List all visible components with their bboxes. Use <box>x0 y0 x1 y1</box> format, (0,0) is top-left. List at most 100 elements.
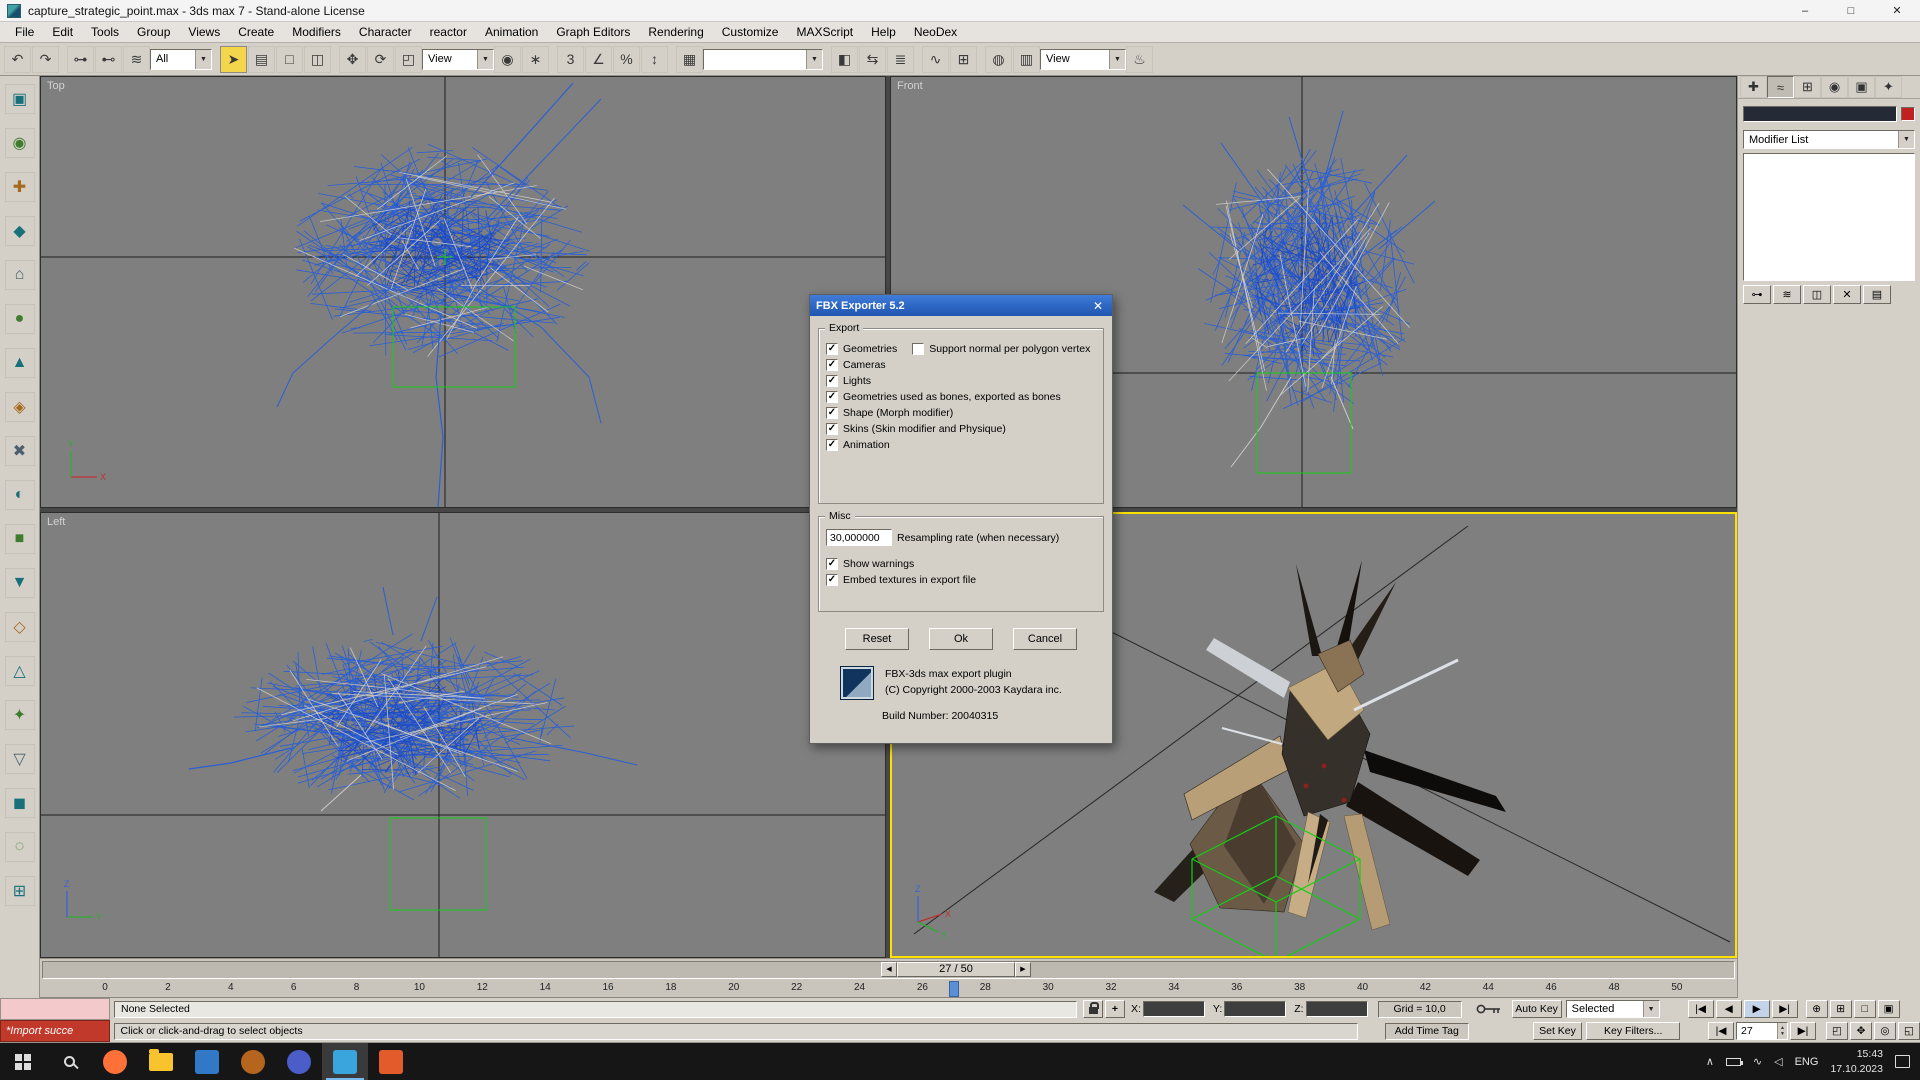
start-button[interactable] <box>0 1043 46 1080</box>
spinner-snap-icon[interactable]: ↕ <box>641 46 668 73</box>
reactor-tool-icon[interactable]: ⌂ <box>5 260 35 290</box>
menu-item[interactable]: Tools <box>82 25 128 39</box>
clock[interactable]: 15:43 17.10.2023 <box>1830 1047 1883 1075</box>
scale-icon[interactable]: ◰ <box>395 46 422 73</box>
reference-coordinate-dropdown[interactable]: View▼ <box>422 49 494 70</box>
menu-item[interactable]: Edit <box>43 25 82 39</box>
set-key-button[interactable]: Set Key <box>1533 1022 1583 1040</box>
zoom-button[interactable]: ⊕ <box>1806 1000 1828 1018</box>
menu-item[interactable]: Group <box>128 25 179 39</box>
angle-snap-icon[interactable]: ∠ <box>585 46 612 73</box>
menu-item[interactable]: NeoDex <box>905 25 966 39</box>
maximize-viewport-button[interactable]: ◱ <box>1898 1022 1920 1040</box>
z-coordinate-field[interactable] <box>1306 1001 1368 1017</box>
cancel-button[interactable]: Cancel <box>1013 628 1077 650</box>
geometries-checkbox[interactable]: ✓ <box>826 343 838 355</box>
taskbar-firefox-icon[interactable] <box>92 1043 138 1080</box>
minimize-icon[interactable]: – <box>1782 0 1828 21</box>
time-slider-value[interactable]: 27 / 50 <box>897 962 1015 977</box>
menu-item[interactable]: Create <box>229 25 283 39</box>
mirror-icon[interactable]: ◧ <box>831 46 858 73</box>
zoom-all-button[interactable]: ⊞ <box>1830 1000 1852 1018</box>
auto-key-button[interactable]: Auto Key <box>1512 1000 1562 1018</box>
reactor-tool-icon[interactable]: ◐ <box>5 480 35 510</box>
notification-center-icon[interactable] <box>1895 1055 1910 1068</box>
menu-item[interactable]: reactor <box>421 25 476 39</box>
selection-set-dropdown[interactable]: Selected▼ <box>1566 1000 1660 1018</box>
taskbar-autodesk-icon[interactable] <box>368 1043 414 1080</box>
unlink-icon[interactable]: ⊷ <box>95 46 122 73</box>
remove-modifier-button[interactable]: ✕ <box>1833 285 1861 304</box>
reactor-tool-icon[interactable]: ◇ <box>5 612 35 642</box>
chevron-down-icon[interactable]: ▼ <box>477 50 493 69</box>
reactor-tool-icon[interactable]: ✦ <box>5 700 35 730</box>
resampling-rate-input[interactable]: 30,000000 <box>826 529 892 546</box>
reactor-tool-icon[interactable]: ▽ <box>5 744 35 774</box>
menu-item[interactable]: Views <box>179 25 229 39</box>
chevron-down-icon[interactable]: ▼ <box>195 50 211 69</box>
time-slider-track[interactable]: ◀ 27 / 50 ▶ <box>42 961 1735 979</box>
macro-recorder-pane[interactable] <box>0 998 110 1020</box>
show-warnings-checkbox[interactable]: ✓ <box>826 558 838 570</box>
reactor-tool-icon[interactable]: △ <box>5 656 35 686</box>
schematic-view-icon[interactable]: ⊞ <box>950 46 977 73</box>
menu-item[interactable]: MAXScript <box>787 25 862 39</box>
key-filters-button[interactable]: Key Filters... <box>1586 1022 1680 1040</box>
maxscript-mini-listener[interactable]: *Import succe <box>0 1020 110 1042</box>
reactor-tool-icon[interactable]: ▲ <box>5 348 35 378</box>
reactor-tool-icon[interactable]: ▣ <box>5 84 35 114</box>
selection-filter-dropdown[interactable]: All▼ <box>150 49 212 70</box>
previous-frame-button[interactable]: ◀ <box>1716 1000 1742 1018</box>
tray-chevron-icon[interactable]: ∧ <box>1706 1055 1714 1068</box>
pin-stack-button[interactable]: ⊶ <box>1743 285 1771 304</box>
reactor-tool-icon[interactable]: ◉ <box>5 128 35 158</box>
motion-tab-icon[interactable]: ◉ <box>1821 76 1848 98</box>
taskbar-3dsmax-icon[interactable] <box>322 1043 368 1080</box>
viewport-left[interactable]: Left YZ <box>40 512 886 958</box>
reactor-tool-icon[interactable]: ● <box>5 304 35 334</box>
menu-item[interactable]: Character <box>350 25 421 39</box>
language-indicator[interactable]: ENG <box>1795 1056 1819 1068</box>
menu-item[interactable]: Animation <box>476 25 547 39</box>
reset-button[interactable]: Reset <box>845 628 909 650</box>
x-coordinate-field[interactable] <box>1143 1001 1205 1017</box>
modifier-list-dropdown[interactable]: Modifier List ▼ <box>1743 130 1915 149</box>
zoom-region-button[interactable]: ◰ <box>1826 1022 1848 1040</box>
volume-icon[interactable]: ◁ <box>1774 1055 1782 1068</box>
reactor-tool-icon[interactable]: ✖ <box>5 436 35 466</box>
curve-editor-icon[interactable]: ∿ <box>922 46 949 73</box>
use-pivot-icon[interactable]: ◉ <box>494 46 521 73</box>
dialog-title-bar[interactable]: FBX Exporter 5.2 ✕ <box>810 295 1112 316</box>
make-unique-button[interactable]: ◫ <box>1803 285 1831 304</box>
snap-toggle-icon[interactable]: 3 <box>557 46 584 73</box>
object-color-swatch[interactable] <box>1901 107 1915 121</box>
reactor-tool-icon[interactable]: ■ <box>5 524 35 554</box>
reactor-tool-icon[interactable]: ◈ <box>5 392 35 422</box>
zoom-extents-button[interactable]: □ <box>1854 1000 1876 1018</box>
add-time-tag-field[interactable]: Add Time Tag <box>1385 1023 1469 1040</box>
manipulate-icon[interactable]: ∗ <box>522 46 549 73</box>
reactor-tool-icon[interactable]: ✚ <box>5 172 35 202</box>
display-tab-icon[interactable]: ▣ <box>1848 76 1875 98</box>
select-by-name-icon[interactable]: ▤ <box>248 46 275 73</box>
quick-render-icon[interactable]: ♨ <box>1126 46 1153 73</box>
modify-tab-icon[interactable]: ≈ <box>1767 76 1794 98</box>
layer-manager-icon[interactable]: ≣ <box>887 46 914 73</box>
menu-item[interactable]: File <box>6 25 43 39</box>
crossing-selection-icon[interactable]: ◫ <box>304 46 331 73</box>
menu-item[interactable]: Modifiers <box>283 25 350 39</box>
support-normal-checkbox[interactable] <box>912 343 924 355</box>
time-slider-handle[interactable]: ◀ 27 / 50 ▶ <box>881 962 1031 977</box>
go-to-start-button[interactable]: |◀ <box>1688 1000 1714 1018</box>
material-editor-icon[interactable]: ◍ <box>985 46 1012 73</box>
chevron-down-icon[interactable]: ▼ <box>1898 131 1914 148</box>
reactor-tool-icon[interactable]: ◆ <box>5 216 35 246</box>
viewport-top[interactable]: Top XY <box>40 76 886 508</box>
bind-spacewarp-icon[interactable]: ≋ <box>123 46 150 73</box>
frame-spinner[interactable]: ▲▼ <box>1777 1023 1787 1039</box>
utilities-tab-icon[interactable]: ✦ <box>1875 76 1902 98</box>
search-button[interactable] <box>46 1043 92 1080</box>
absolute-offset-toggle-icon[interactable]: + <box>1105 1000 1125 1018</box>
rotate-icon[interactable]: ⟳ <box>367 46 394 73</box>
hierarchy-tab-icon[interactable]: ⊞ <box>1794 76 1821 98</box>
